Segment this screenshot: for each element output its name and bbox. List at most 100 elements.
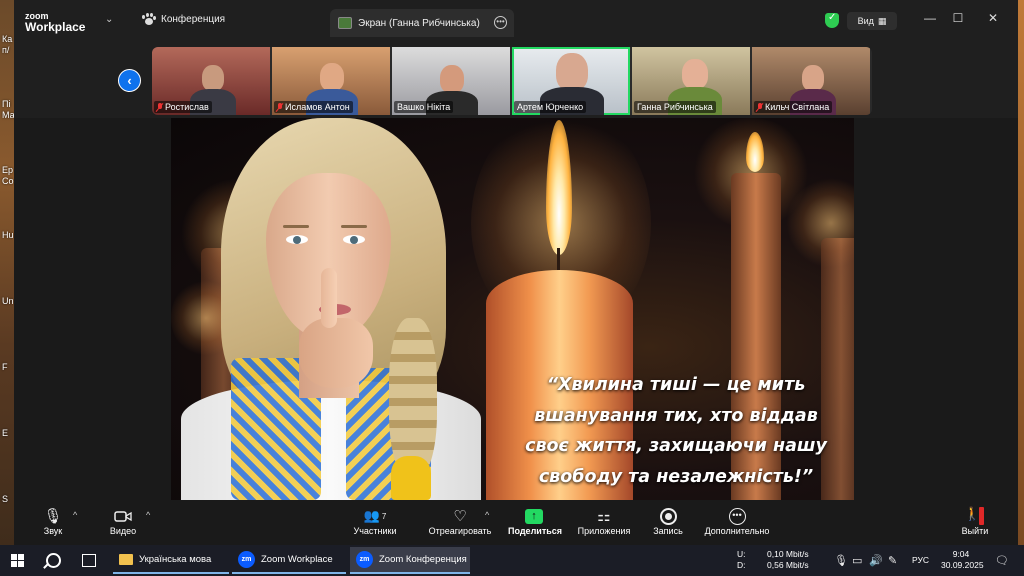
- desktop-icon-label[interactable]: Ма: [2, 110, 15, 120]
- taskbar-app-zoom-conference[interactable]: zm Zoom Конференция: [350, 547, 470, 574]
- pen-icon[interactable]: ✎: [888, 554, 897, 567]
- conference-tab-label: Конференция: [161, 14, 226, 25]
- heart-icon: ♡: [453, 508, 467, 525]
- net-down-label: D:: [737, 560, 746, 570]
- illustration-hand: [299, 318, 373, 388]
- security-shield-icon[interactable]: [825, 12, 839, 28]
- net-up-value: 0,10 Mbit/s: [767, 549, 809, 559]
- more-icon: •••: [728, 507, 746, 525]
- input-language[interactable]: РУС: [912, 555, 929, 566]
- desktop-icon-label[interactable]: Пі: [2, 99, 10, 109]
- participant-tile[interactable]: Вашко Нікіта: [392, 47, 510, 115]
- minimize-button[interactable]: —: [922, 11, 938, 25]
- illustration-bow: [391, 456, 431, 500]
- apps-button[interactable]: ⚏ Приложения: [576, 506, 632, 536]
- record-icon: [659, 507, 677, 525]
- clock[interactable]: 9:04 30.09.2025: [941, 549, 984, 571]
- desktop-icon-label[interactable]: Ка: [2, 34, 12, 44]
- logo-line2: Workplace: [25, 20, 86, 34]
- leave-icon: [964, 506, 984, 525]
- video-button[interactable]: Видео: [106, 506, 140, 536]
- share-label: Поделиться: [508, 526, 563, 536]
- desktop-icon-label[interactable]: F: [2, 362, 8, 372]
- leave-button[interactable]: Выйти: [960, 506, 990, 536]
- participants-button[interactable]: 👥 7 Участники: [350, 506, 400, 536]
- taskbar-app-label: Zoom Конференция: [379, 554, 467, 565]
- chevron-down-icon[interactable]: ⌄: [105, 14, 113, 25]
- network-speed-labels: U: D:: [737, 549, 746, 571]
- shared-screen: “Хвилина тиші — це мить вшанування тих, …: [171, 118, 854, 500]
- maximize-button[interactable]: ☐: [950, 11, 966, 25]
- participants-icon: 👥 7: [363, 508, 387, 523]
- network-icon[interactable]: ▭: [852, 554, 862, 567]
- illustration-brow: [341, 225, 367, 228]
- notifications-icon[interactable]: 🗨: [995, 554, 1009, 567]
- video-caret-icon[interactable]: ^: [146, 510, 150, 520]
- desktop-icon-label[interactable]: S: [2, 494, 8, 504]
- grid-icon: ▦: [877, 15, 887, 26]
- react-button[interactable]: ♡ Отреагировать: [428, 506, 492, 536]
- desktop-icon-label[interactable]: Ер: [2, 165, 13, 175]
- quote-line: вшанування тих, хто віддав: [534, 405, 818, 426]
- mic-muted-icon: [277, 102, 283, 112]
- apps-label: Приложения: [577, 526, 631, 536]
- network-speed: 0,10 Mbit/s 0,56 Mbit/s: [767, 549, 809, 571]
- desktop-icon-label[interactable]: Hu: [2, 230, 14, 240]
- view-button[interactable]: Вид ▦: [847, 12, 897, 30]
- windows-taskbar: Українська мова zm Zoom Workplace zm Zoo…: [0, 545, 1024, 576]
- clock-date: 30.09.2025: [941, 560, 984, 570]
- desktop-icon-label[interactable]: Е: [2, 428, 8, 438]
- titlebar: zoom Workplace ⌄ Конференция Экран (Ганн…: [14, 0, 1018, 40]
- screen-thumbnail-icon: [338, 17, 352, 29]
- desktop-icon-label[interactable]: Co: [2, 176, 14, 186]
- record-label: Запись: [653, 526, 683, 536]
- more-options-icon[interactable]: •••: [494, 16, 507, 29]
- participant-tile[interactable]: Ростислав: [152, 47, 270, 115]
- participant-tile[interactable]: Ганна Рибчинська: [632, 47, 750, 115]
- paw-icon: [142, 13, 156, 26]
- taskbar-app-zoom-workplace[interactable]: zm Zoom Workplace: [232, 547, 346, 574]
- share-screen-button[interactable]: ↑ Поделиться: [508, 506, 563, 536]
- participant-tile[interactable]: Кильч Світлана: [752, 47, 870, 115]
- video-tiles: Ростислав Исламов Антон Вашко Нікіта Арт…: [152, 47, 872, 115]
- quote-line: “Хвилина тиші — це мить: [546, 375, 806, 395]
- conference-tab[interactable]: Конференция: [142, 13, 225, 26]
- audio-caret-icon[interactable]: ^: [73, 510, 77, 520]
- taskbar-app-folder[interactable]: Українська мова: [113, 547, 229, 574]
- windows-start-icon[interactable]: [11, 554, 24, 567]
- desktop-icon-label[interactable]: п/: [2, 45, 9, 55]
- search-icon[interactable]: [46, 553, 61, 568]
- audio-button[interactable]: 🎙 Звук: [38, 506, 68, 536]
- chevron-left-icon[interactable]: ‹: [118, 69, 141, 92]
- clock-time: 9:04: [952, 549, 970, 559]
- microphone-tray-icon[interactable]: 🎙: [834, 554, 848, 567]
- audio-label: Звук: [43, 526, 63, 536]
- zoom-icon: zm: [238, 551, 255, 568]
- desktop-icon-label[interactable]: Un: [2, 296, 14, 306]
- quote-line: свободу та незалежність!”: [538, 466, 814, 487]
- net-down-value: 0,56 Mbit/s: [767, 560, 809, 570]
- taskbar-app-label: Zoom Workplace: [261, 554, 333, 565]
- participant-tile[interactable]: Исламов Антон: [272, 47, 390, 115]
- volume-icon[interactable]: 🔊: [869, 554, 883, 567]
- illustration-brow: [283, 225, 309, 228]
- participant-name: Артем Юрченко: [514, 101, 587, 113]
- react-caret-icon[interactable]: ^: [485, 510, 489, 520]
- participant-name: Исламов Антон: [274, 101, 353, 113]
- net-up-label: U:: [737, 549, 746, 559]
- microphone-icon: 🎙: [43, 508, 63, 525]
- taskbar-app-label: Українська мова: [139, 554, 212, 565]
- task-view-icon[interactable]: [82, 554, 96, 567]
- participant-tile-active[interactable]: Артем Юрченко: [512, 47, 630, 115]
- screen-tab-label: Экран (Ганна Рибчинська): [358, 17, 480, 29]
- meeting-toolbar: 🎙 Звук ^ Видео ^ 👥 7 Участники ♡ Отреагир…: [14, 500, 1018, 545]
- more-button[interactable]: ••• Дополнительно: [702, 506, 772, 536]
- record-button[interactable]: Запись: [650, 506, 686, 536]
- share-screen-icon: ↑: [525, 508, 543, 524]
- illustration-eye: [286, 235, 308, 244]
- participants-strip: ‹ Ростислав Исламов Антон Вашко Нікіта А…: [14, 40, 1018, 118]
- participant-name: Кильч Світлана: [754, 101, 833, 113]
- more-label: Дополнительно: [704, 526, 770, 536]
- screen-share-tab[interactable]: Экран (Ганна Рибчинська) •••: [330, 9, 514, 37]
- close-button[interactable]: ✕: [985, 11, 1001, 25]
